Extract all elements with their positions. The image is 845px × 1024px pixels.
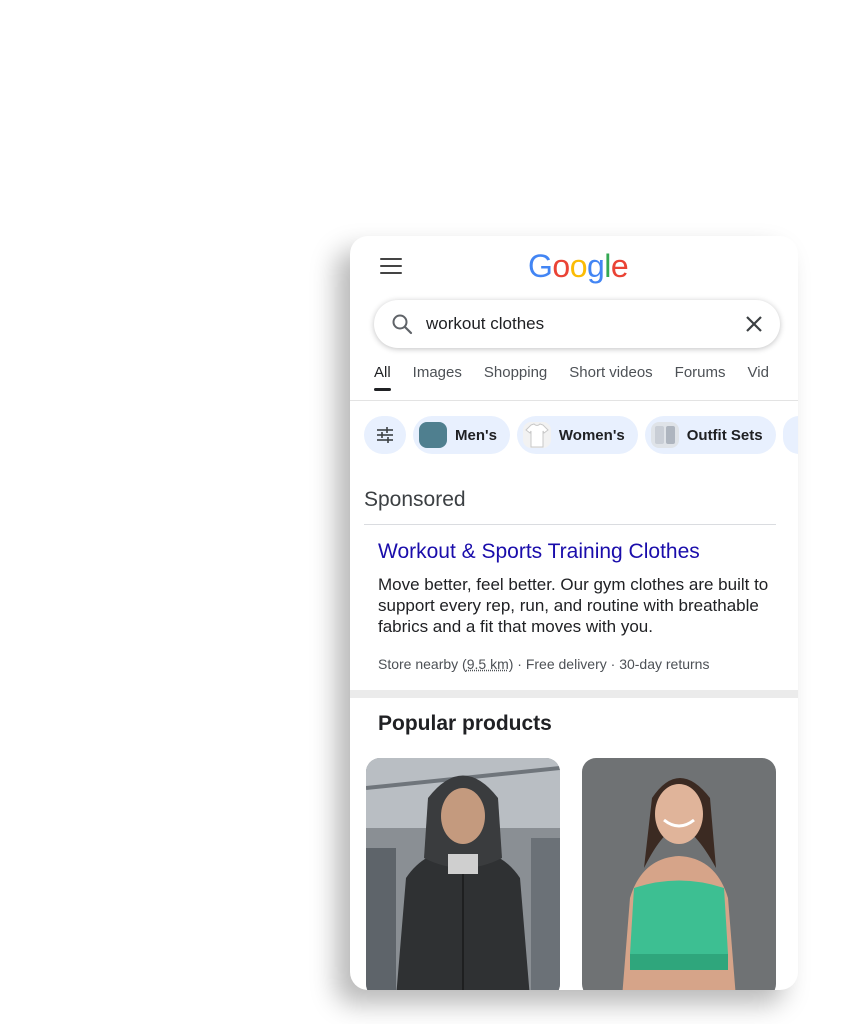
mens-shorts-thumbnail (419, 422, 447, 448)
womens-tshirt-thumbnail (522, 422, 551, 448)
ad-meta: Store nearby (9.5 km) · Free delivery · … (378, 656, 710, 672)
tab-forums[interactable]: Forums (675, 364, 726, 391)
tab-videos[interactable]: Vid (748, 364, 769, 391)
search-tabs: All Images Shopping Short videos Forums Vid (374, 364, 798, 400)
tab-images[interactable]: Images (413, 364, 462, 391)
search-icon[interactable] (390, 312, 414, 341)
hamburger-menu-icon[interactable] (380, 258, 402, 274)
chip-mens[interactable]: Men's (413, 416, 510, 454)
ad-title-link[interactable]: Workout & Sports Training Clothes (378, 540, 700, 564)
sponsored-divider (364, 524, 776, 525)
chip-womens[interactable]: Women's (516, 416, 638, 454)
chip-outfit-sets[interactable]: Outfit Sets (644, 416, 776, 454)
filter-chip[interactable] (364, 416, 406, 454)
ad-description: Move better, feel better. Our gym clothe… (378, 575, 769, 636)
tab-all[interactable]: All (374, 364, 391, 391)
popular-products-heading: Popular products (378, 712, 552, 735)
tabs-divider (350, 400, 798, 401)
product-card-sports-bra[interactable] (582, 758, 776, 990)
close-icon[interactable] (744, 314, 764, 339)
google-logo[interactable]: Google (528, 248, 629, 285)
search-input[interactable] (426, 310, 726, 338)
store-distance[interactable]: 9.5 km (467, 656, 509, 672)
woman-in-sports-bra-image (582, 758, 776, 990)
outfit-sets-thumbnail (650, 422, 679, 448)
product-card-hoodie[interactable] (366, 758, 560, 990)
filter-sliders-icon (377, 427, 393, 443)
section-divider (350, 690, 798, 698)
phone-screen: Google All Images Shopping Short videos Foru… (350, 236, 798, 990)
tab-short-videos[interactable]: Short videos (569, 364, 652, 391)
filter-chips: Men's Women's Outfit Sets (364, 416, 798, 454)
search-bar (374, 300, 780, 348)
tab-shopping[interactable]: Shopping (484, 364, 547, 391)
sponsored-label: Sponsored (364, 488, 466, 511)
man-in-hoodie-image (366, 758, 560, 990)
chip-more[interactable] (782, 416, 798, 454)
